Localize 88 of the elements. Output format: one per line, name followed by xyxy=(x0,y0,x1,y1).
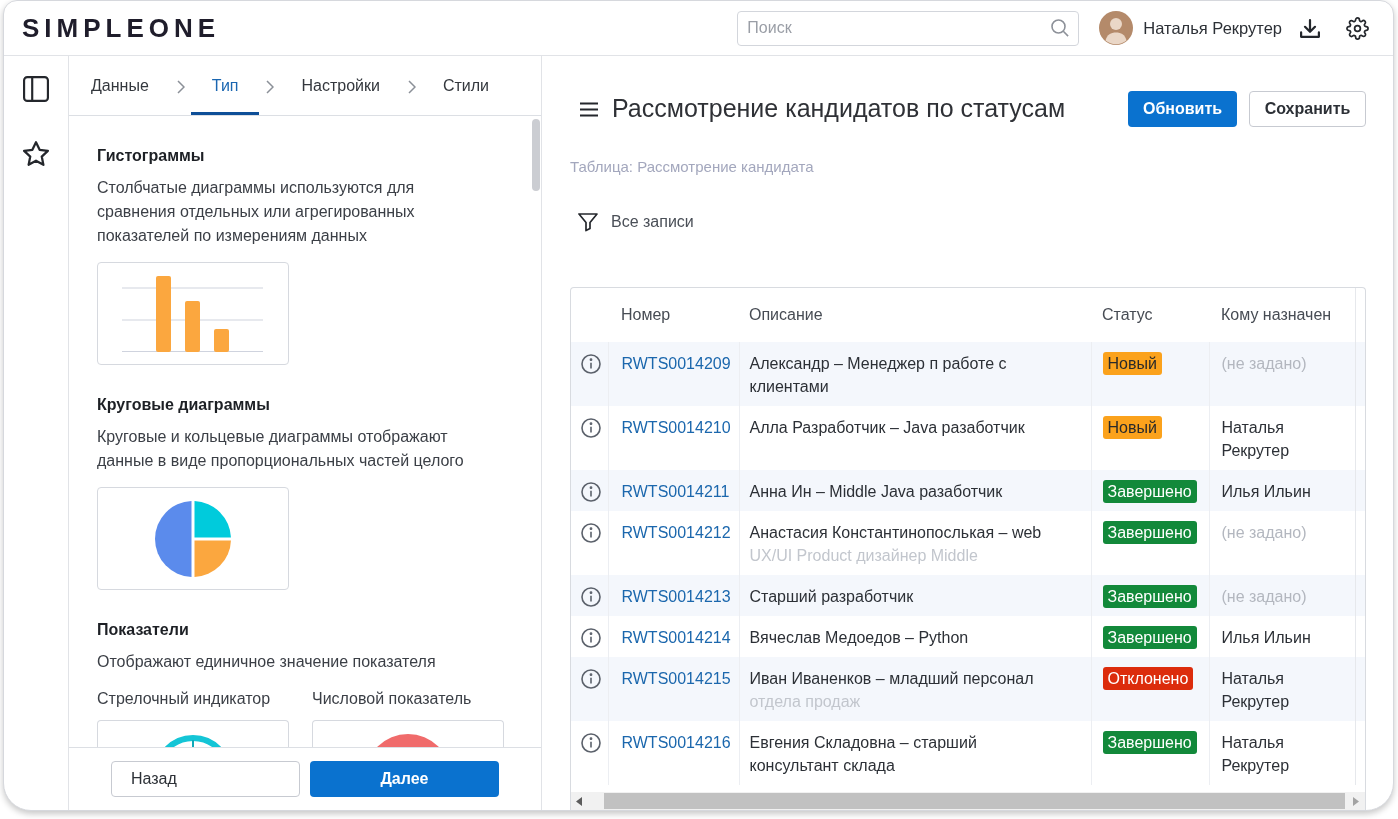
status-badge: Завершено xyxy=(1102,626,1197,649)
assignee-text: (не задано) xyxy=(1221,587,1308,607)
search-field[interactable]: Поиск xyxy=(737,10,1080,46)
status-badge: Завершено xyxy=(1102,480,1197,503)
info-icon[interactable] xyxy=(581,732,601,753)
chevron-right-icon xyxy=(407,79,416,94)
gauge-drawing xyxy=(165,734,221,747)
assignee-text: Илья Ильин xyxy=(1221,628,1312,648)
description-text: Старший разработчик xyxy=(749,587,915,607)
assignee-text: (не задано) xyxy=(1221,523,1308,543)
assignee-text: (не задано) xyxy=(1221,354,1308,374)
option-label: Стрелочный индикатор xyxy=(97,689,272,709)
description-text: Александр – Менеджер п работе с клиентами xyxy=(749,354,1008,397)
save-button[interactable]: Сохранить xyxy=(1249,91,1366,127)
assignee-text: Наталья Рекрутер xyxy=(1221,669,1291,712)
assignee-text: Илья Ильин xyxy=(1221,482,1312,502)
section-title: Показатели xyxy=(97,620,190,640)
chevron-right-icon xyxy=(266,79,275,94)
record-link[interactable]: RWTS0014211 xyxy=(621,483,730,500)
pie-slice xyxy=(194,501,231,538)
status-badge: Новый xyxy=(1102,352,1162,375)
filter-label[interactable]: Все записи xyxy=(611,210,694,234)
section-description: Отображают единичное значение показателя xyxy=(97,652,437,672)
column-header[interactable]: Описание xyxy=(739,288,1091,342)
section-title: Круговые диаграммы xyxy=(97,395,271,415)
status-badge: Новый xyxy=(1102,416,1162,439)
wizard-step-tab[interactable]: Данные xyxy=(70,56,170,115)
record-link[interactable]: RWTS0014209 xyxy=(621,355,731,372)
chevron-right-icon xyxy=(176,79,185,94)
scrollbar-thumb[interactable] xyxy=(604,793,1345,809)
info-icon[interactable] xyxy=(581,586,601,607)
info-icon[interactable] xyxy=(581,353,601,374)
scrollbar-thumb[interactable] xyxy=(532,119,540,191)
section-description: Столбчатые диаграммы используются для сравнения отдельных или агрегированных показателей по измерениям данных xyxy=(97,178,416,246)
logo[interactable]: SIMPLEONE xyxy=(22,13,221,43)
record-link[interactable]: RWTS0014215 xyxy=(621,670,731,687)
record-link[interactable]: RWTS0014214 xyxy=(621,629,731,646)
info-icon[interactable] xyxy=(581,417,601,438)
table-source-label: Таблица: Рассмотрение кандидата xyxy=(570,158,814,175)
description-text: Анна Ин – Middle Java разаботчик xyxy=(749,482,1004,502)
description-text: Алла Разработчик – Java разаботчик xyxy=(749,418,1026,438)
wizard-step-tab[interactable]: Стили xyxy=(421,56,511,115)
assignee-text: Наталья Рекрутер xyxy=(1221,418,1291,461)
description-text: Иван Иваненков – младший персонал xyxy=(749,669,1035,689)
chart-type-card[interactable] xyxy=(312,720,504,747)
description-text: Евгения Складовна – старший консультант склада xyxy=(749,733,978,776)
pie-slice xyxy=(194,540,231,577)
scroll-left-icon[interactable] xyxy=(576,796,582,806)
filter-icon[interactable] xyxy=(578,212,598,232)
section-title: Гистограммы xyxy=(97,146,206,166)
section-description: Круговые и кольцевые диаграммы отображают данные в виде пропорциональных частей целого xyxy=(97,427,465,471)
column-header[interactable]: Статус xyxy=(1091,288,1209,342)
sidebar-panel-icon[interactable] xyxy=(23,76,49,102)
description-overflow-text: UX/UI Product дизайнер Middle xyxy=(749,546,979,566)
user-name[interactable]: Наталья Рекрутер xyxy=(1143,15,1282,41)
record-link[interactable]: RWTS0014213 xyxy=(621,588,731,605)
description-text: Вячеслав Медоедов – Python xyxy=(749,628,970,648)
info-icon[interactable] xyxy=(581,668,601,689)
report-title: Рассмотрение кандидатов по статусам xyxy=(612,93,1066,125)
refresh-button[interactable]: Обновить xyxy=(1128,91,1237,127)
settings-icon[interactable] xyxy=(1346,16,1369,40)
wizard-step-tab[interactable]: Настройки xyxy=(280,56,401,115)
download-icon[interactable] xyxy=(1300,18,1320,38)
info-icon[interactable] xyxy=(581,627,601,648)
next-button[interactable]: Далее xyxy=(310,761,499,797)
option-label: Числовой показатель xyxy=(312,689,473,709)
chart-bar xyxy=(185,301,200,352)
record-link[interactable]: RWTS0014212 xyxy=(621,524,731,541)
info-icon[interactable] xyxy=(581,522,601,543)
assignee-text: Наталья Рекрутер xyxy=(1221,733,1291,776)
info-icon[interactable] xyxy=(581,481,601,502)
wizard-step-tab[interactable]: Тип xyxy=(190,56,260,115)
status-badge: Завершено xyxy=(1102,585,1197,608)
status-badge: Отклонено xyxy=(1102,667,1194,690)
star-icon[interactable] xyxy=(23,141,49,166)
record-link[interactable]: RWTS0014216 xyxy=(621,734,731,751)
column-header[interactable]: Кому назначен xyxy=(1209,288,1355,342)
chart-bar xyxy=(214,329,229,352)
status-badge: Завершено xyxy=(1102,731,1197,754)
chart-type-card[interactable] xyxy=(97,487,289,590)
search-icon[interactable] xyxy=(1051,18,1070,37)
avatar-icon[interactable] xyxy=(1099,11,1134,45)
status-badge: Завершено xyxy=(1102,521,1197,544)
menu-icon[interactable] xyxy=(579,101,599,117)
description-text: Анастасия Константинопослькая – web xyxy=(749,523,1043,543)
record-link[interactable]: RWTS0014210 xyxy=(621,419,731,436)
back-button[interactable]: Назад xyxy=(111,761,300,797)
column-header[interactable]: Номер xyxy=(608,288,739,342)
